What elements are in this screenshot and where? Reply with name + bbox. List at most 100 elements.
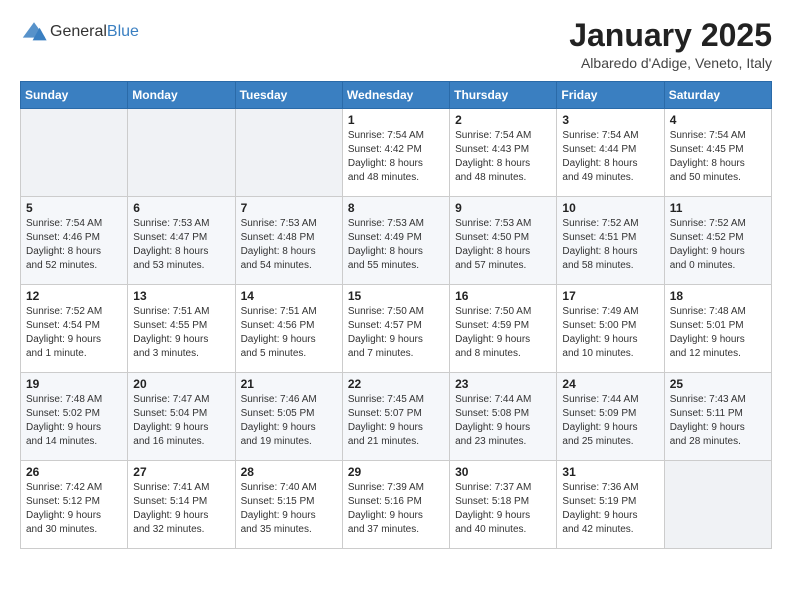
day-cell: 29 Sunrise: 7:39 AM Sunset: 5:16 PM Dayli… [342, 461, 449, 549]
day-info: Sunrise: 7:51 AM Sunset: 4:56 PM Dayligh… [241, 305, 337, 361]
day-number: 23 [455, 377, 551, 391]
day-cell: 6 Sunrise: 7:53 AM Sunset: 4:47 PM Daylig… [128, 197, 235, 285]
day-number: 19 [26, 377, 122, 391]
day-number: 20 [133, 377, 229, 391]
day-cell: 4 Sunrise: 7:54 AM Sunset: 4:45 PM Daylig… [664, 109, 771, 197]
day-number: 5 [26, 201, 122, 215]
day-cell [664, 461, 771, 549]
week-row-3: 12 Sunrise: 7:52 AM Sunset: 4:54 PM Dayli… [21, 285, 772, 373]
day-header-tuesday: Tuesday [235, 82, 342, 109]
day-number: 13 [133, 289, 229, 303]
day-info: Sunrise: 7:50 AM Sunset: 4:57 PM Dayligh… [348, 305, 444, 361]
day-info: Sunrise: 7:52 AM Sunset: 4:54 PM Dayligh… [26, 305, 122, 361]
week-row-2: 5 Sunrise: 7:54 AM Sunset: 4:46 PM Daylig… [21, 197, 772, 285]
day-info: Sunrise: 7:50 AM Sunset: 4:59 PM Dayligh… [455, 305, 551, 361]
day-cell: 31 Sunrise: 7:36 AM Sunset: 5:19 PM Dayli… [557, 461, 664, 549]
day-info: Sunrise: 7:49 AM Sunset: 5:00 PM Dayligh… [562, 305, 658, 361]
day-info: Sunrise: 7:41 AM Sunset: 5:14 PM Dayligh… [133, 481, 229, 537]
day-number: 27 [133, 465, 229, 479]
day-number: 14 [241, 289, 337, 303]
day-cell: 15Sunrise: 7:50 AM Sunset: 4:57 PM Dayli… [342, 285, 449, 373]
day-cell: 22Sunrise: 7:45 AM Sunset: 5:07 PM Dayli… [342, 373, 449, 461]
calendar-header-row: SundayMondayTuesdayWednesdayThursdayFrid… [21, 82, 772, 109]
day-cell [235, 109, 342, 197]
day-info: Sunrise: 7:39 AM Sunset: 5:16 PM Dayligh… [348, 481, 444, 537]
day-header-saturday: Saturday [664, 82, 771, 109]
day-cell: 18Sunrise: 7:48 AM Sunset: 5:01 PM Dayli… [664, 285, 771, 373]
day-header-monday: Monday [128, 82, 235, 109]
logo-text: GeneralBlue [50, 23, 139, 41]
day-info: Sunrise: 7:53 AM Sunset: 4:47 PM Dayligh… [133, 217, 229, 273]
day-info: Sunrise: 7:47 AM Sunset: 5:04 PM Dayligh… [133, 393, 229, 449]
day-number: 1 [348, 113, 444, 127]
day-number: 18 [670, 289, 766, 303]
day-number: 30 [455, 465, 551, 479]
day-info: Sunrise: 7:37 AM Sunset: 5:18 PM Dayligh… [455, 481, 551, 537]
day-cell: 7 Sunrise: 7:53 AM Sunset: 4:48 PM Daylig… [235, 197, 342, 285]
day-cell: 23Sunrise: 7:44 AM Sunset: 5:08 PM Dayli… [450, 373, 557, 461]
day-number: 22 [348, 377, 444, 391]
day-info: Sunrise: 7:54 AM Sunset: 4:44 PM Dayligh… [562, 129, 658, 185]
day-header-thursday: Thursday [450, 82, 557, 109]
day-number: 24 [562, 377, 658, 391]
day-cell: 28Sunrise: 7:40 AM Sunset: 5:15 PM Dayli… [235, 461, 342, 549]
day-number: 29 [348, 465, 444, 479]
logo-icon [20, 18, 48, 46]
day-number: 26 [26, 465, 122, 479]
day-header-friday: Friday [557, 82, 664, 109]
day-info: Sunrise: 7:48 AM Sunset: 5:02 PM Dayligh… [26, 393, 122, 449]
day-cell [128, 109, 235, 197]
day-cell: 21 Sunrise: 7:46 AM Sunset: 5:05 PM Dayli… [235, 373, 342, 461]
day-cell: 30 Sunrise: 7:37 AM Sunset: 5:18 PM Dayli… [450, 461, 557, 549]
day-info: Sunrise: 7:54 AM Sunset: 4:45 PM Dayligh… [670, 129, 766, 185]
day-cell: 10Sunrise: 7:52 AM Sunset: 4:51 PM Dayli… [557, 197, 664, 285]
day-cell: 26Sunrise: 7:42 AM Sunset: 5:12 PM Dayli… [21, 461, 128, 549]
day-number: 28 [241, 465, 337, 479]
day-info: Sunrise: 7:52 AM Sunset: 4:52 PM Dayligh… [670, 217, 766, 273]
day-info: Sunrise: 7:44 AM Sunset: 5:09 PM Dayligh… [562, 393, 658, 449]
day-cell: 13 Sunrise: 7:51 AM Sunset: 4:55 PM Dayli… [128, 285, 235, 373]
day-cell: 17 Sunrise: 7:49 AM Sunset: 5:00 PM Dayli… [557, 285, 664, 373]
day-number: 17 [562, 289, 658, 303]
day-number: 8 [348, 201, 444, 215]
day-cell: 9Sunrise: 7:53 AM Sunset: 4:50 PM Daylig… [450, 197, 557, 285]
day-cell: 19 Sunrise: 7:48 AM Sunset: 5:02 PM Dayli… [21, 373, 128, 461]
day-number: 3 [562, 113, 658, 127]
day-cell: 24 Sunrise: 7:44 AM Sunset: 5:09 PM Dayli… [557, 373, 664, 461]
day-info: Sunrise: 7:51 AM Sunset: 4:55 PM Dayligh… [133, 305, 229, 361]
week-row-4: 19 Sunrise: 7:48 AM Sunset: 5:02 PM Dayli… [21, 373, 772, 461]
header: GeneralBlue January 2025 Albaredo d'Adig… [20, 18, 772, 71]
day-number: 7 [241, 201, 337, 215]
day-info: Sunrise: 7:54 AM Sunset: 4:43 PM Dayligh… [455, 129, 551, 185]
day-number: 31 [562, 465, 658, 479]
page: GeneralBlue January 2025 Albaredo d'Adig… [0, 0, 792, 612]
day-info: Sunrise: 7:36 AM Sunset: 5:19 PM Dayligh… [562, 481, 658, 537]
day-info: Sunrise: 7:54 AM Sunset: 4:42 PM Dayligh… [348, 129, 444, 185]
logo-blue: Blue [107, 23, 139, 41]
logo-general: General [50, 23, 107, 41]
day-info: Sunrise: 7:53 AM Sunset: 4:48 PM Dayligh… [241, 217, 337, 273]
day-cell: 3 Sunrise: 7:54 AM Sunset: 4:44 PM Daylig… [557, 109, 664, 197]
day-number: 6 [133, 201, 229, 215]
week-row-1: 1 Sunrise: 7:54 AM Sunset: 4:42 PM Daylig… [21, 109, 772, 197]
calendar: SundayMondayTuesdayWednesdayThursdayFrid… [20, 81, 772, 549]
day-number: 25 [670, 377, 766, 391]
day-cell: 27 Sunrise: 7:41 AM Sunset: 5:14 PM Dayli… [128, 461, 235, 549]
day-cell: 1 Sunrise: 7:54 AM Sunset: 4:42 PM Daylig… [342, 109, 449, 197]
day-number: 4 [670, 113, 766, 127]
logo: GeneralBlue [20, 18, 139, 46]
month-title: January 2025 [569, 18, 772, 53]
day-number: 12 [26, 289, 122, 303]
day-number: 2 [455, 113, 551, 127]
day-info: Sunrise: 7:53 AM Sunset: 4:49 PM Dayligh… [348, 217, 444, 273]
day-number: 10 [562, 201, 658, 215]
day-cell: 11Sunrise: 7:52 AM Sunset: 4:52 PM Dayli… [664, 197, 771, 285]
day-info: Sunrise: 7:46 AM Sunset: 5:05 PM Dayligh… [241, 393, 337, 449]
day-info: Sunrise: 7:43 AM Sunset: 5:11 PM Dayligh… [670, 393, 766, 449]
day-info: Sunrise: 7:53 AM Sunset: 4:50 PM Dayligh… [455, 217, 551, 273]
day-info: Sunrise: 7:54 AM Sunset: 4:46 PM Dayligh… [26, 217, 122, 273]
day-number: 21 [241, 377, 337, 391]
day-cell: 16Sunrise: 7:50 AM Sunset: 4:59 PM Dayli… [450, 285, 557, 373]
day-header-wednesday: Wednesday [342, 82, 449, 109]
day-cell: 5 Sunrise: 7:54 AM Sunset: 4:46 PM Daylig… [21, 197, 128, 285]
